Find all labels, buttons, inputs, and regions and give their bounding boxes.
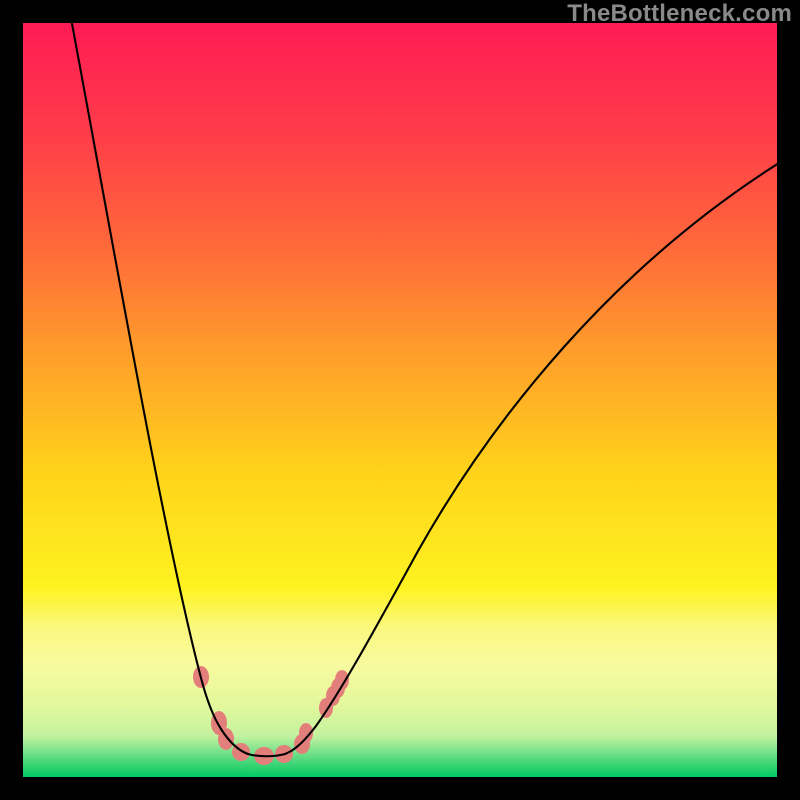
watermark-text: TheBottleneck.com (567, 0, 792, 28)
curve-markers (193, 666, 349, 765)
chart-frame (23, 23, 777, 777)
left-curve (70, 23, 248, 754)
curve-marker (218, 728, 234, 750)
right-curve (285, 163, 777, 754)
bottleneck-curve (23, 23, 777, 777)
curve-lines (70, 23, 777, 756)
